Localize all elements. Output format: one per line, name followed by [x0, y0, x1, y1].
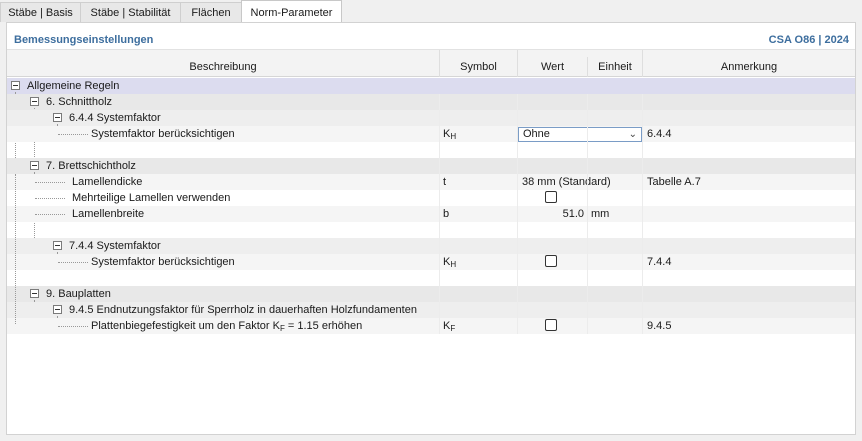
symbol-kh: KH	[443, 256, 457, 269]
row-label: 6.4.4 Systemfaktor	[69, 112, 161, 124]
tree-line	[58, 326, 88, 327]
colhead-top-value	[518, 50, 642, 57]
spacer-row	[7, 270, 855, 286]
tree-line	[58, 262, 88, 263]
row-symbol: b	[443, 208, 450, 220]
collapse-icon[interactable]	[30, 161, 39, 170]
tree-row-sawn-lumber[interactable]: 6. Schnittholz	[7, 94, 855, 110]
row-label: Systemfaktor berücksichtigen	[91, 128, 235, 140]
colhead-top-note	[643, 50, 855, 57]
section-title: Bemessungseinstellungen	[14, 34, 154, 46]
settings-panel: Bemessungseinstellungen CSA O86 | 2024 B…	[6, 22, 856, 435]
tree-row-sawn-consider[interactable]: Systemfaktor berücksichtigen KH Ohne ⌄ 6…	[7, 126, 855, 142]
colhead-top-desc	[7, 50, 439, 57]
row-note: Tabelle A.7	[647, 176, 701, 188]
row-note: 6.4.4	[647, 128, 672, 140]
spacer-row	[7, 222, 855, 238]
colhead-top-symbol	[440, 50, 517, 57]
col-divider	[439, 50, 440, 77]
col-divider	[642, 50, 643, 77]
standard-label: CSA O86 | 2024	[768, 34, 849, 46]
collapse-icon[interactable]	[11, 81, 20, 90]
collapse-icon[interactable]	[53, 241, 62, 250]
tree-line	[58, 134, 88, 135]
tab-staebe-basis[interactable]: Stäbe | Basis	[0, 2, 81, 22]
tree-line	[15, 174, 16, 324]
row-label: Lamellendicke	[72, 176, 143, 188]
chevron-down-icon: ⌄	[628, 129, 637, 140]
collapse-icon[interactable]	[30, 289, 39, 298]
tree-row-lam-thickness[interactable]: Lamellendicke t 38 mm (Standard) Tabelle…	[7, 174, 855, 190]
tree-row-glulam-consider[interactable]: Systemfaktor berücksichtigen KH 7.4.4	[7, 254, 855, 270]
glulam-system-factor-checkbox[interactable]	[545, 255, 557, 267]
multi-lam-checkbox[interactable]	[545, 191, 557, 203]
tree-row-general[interactable]: Allgemeine Regeln	[7, 78, 855, 94]
tree-row-panels[interactable]: 9. Bauplatten	[7, 286, 855, 302]
row-label: Mehrteilige Lamellen verwenden	[72, 192, 231, 204]
tree-row-sawn-system-factor[interactable]: 6.4.4 Systemfaktor	[7, 110, 855, 126]
row-label: 9. Bauplatten	[46, 288, 111, 300]
row-unit: mm	[591, 208, 610, 220]
symbol-kf: KF	[443, 320, 456, 333]
col-divider	[587, 57, 588, 77]
col-divider	[587, 94, 588, 334]
section-header: Bemessungseinstellungen CSA O86 | 2024	[7, 23, 855, 51]
row-label: 7. Brettschichtholz	[46, 160, 136, 172]
spacer-row	[7, 142, 855, 158]
column-header-note: Anmerkung	[643, 57, 855, 77]
row-label: Plattenbiegefestigkeit um den Faktor KF …	[91, 320, 363, 333]
panels-increase-checkbox[interactable]	[545, 319, 557, 331]
select-value: Ohne	[523, 128, 550, 140]
row-symbol: t	[443, 176, 447, 188]
column-header-description: Beschreibung	[7, 57, 439, 77]
system-factor-select[interactable]: Ohne ⌄	[518, 127, 642, 142]
tree-line	[35, 198, 65, 199]
tree-row-lam-width[interactable]: Lamellenbreite b 51.0 mm	[7, 206, 855, 222]
tree-row-panels-increase[interactable]: Plattenbiegefestigkeit um den Faktor KF …	[7, 318, 855, 334]
row-label: 9.4.5 Endnutzungsfaktor für Sperrholz in…	[69, 304, 417, 316]
lam-width-value[interactable]: 51.0	[518, 206, 584, 222]
tree-row-glulam[interactable]: 7. Brettschichtholz	[7, 158, 855, 174]
collapse-icon[interactable]	[53, 113, 62, 122]
tree-row-multi-lam[interactable]: Mehrteilige Lamellen verwenden	[7, 190, 855, 206]
tab-bar: Stäbe | Basis Stäbe | Stabilität Flächen…	[0, 0, 862, 22]
row-label: Lamellenbreite	[72, 208, 145, 220]
col-divider	[642, 94, 643, 334]
col-divider	[439, 94, 440, 334]
collapse-icon[interactable]	[30, 97, 39, 106]
row-label: Systemfaktor berücksichtigen	[91, 256, 235, 268]
column-header-symbol: Symbol	[440, 57, 517, 77]
tree-row-glulam-system-factor[interactable]: 7.4.4 Systemfaktor	[7, 238, 855, 254]
tab-staebe-stabilitaet[interactable]: Stäbe | Stabilität	[80, 2, 181, 22]
column-header-unit: Einheit	[588, 57, 642, 77]
tab-norm-parameter[interactable]: Norm-Parameter	[241, 0, 342, 22]
row-note: 9.4.5	[647, 320, 672, 332]
col-divider	[517, 94, 518, 334]
tree-line	[35, 214, 65, 215]
row-label: 6. Schnittholz	[46, 96, 113, 108]
lam-thickness-value[interactable]: 38 mm (Standard)	[522, 174, 611, 190]
collapse-icon[interactable]	[53, 305, 62, 314]
row-note: 7.4.4	[647, 256, 672, 268]
tree-line	[35, 182, 65, 183]
tab-flaechen[interactable]: Flächen	[180, 2, 242, 22]
tree-row-panels-factor[interactable]: 9.4.5 Endnutzungsfaktor für Sperrholz in…	[7, 302, 855, 318]
column-header-value: Wert	[518, 57, 587, 77]
symbol-kh: KH	[443, 128, 457, 141]
col-divider	[517, 50, 518, 77]
row-label: 7.4.4 Systemfaktor	[69, 240, 161, 252]
row-label: Allgemeine Regeln	[27, 80, 120, 92]
